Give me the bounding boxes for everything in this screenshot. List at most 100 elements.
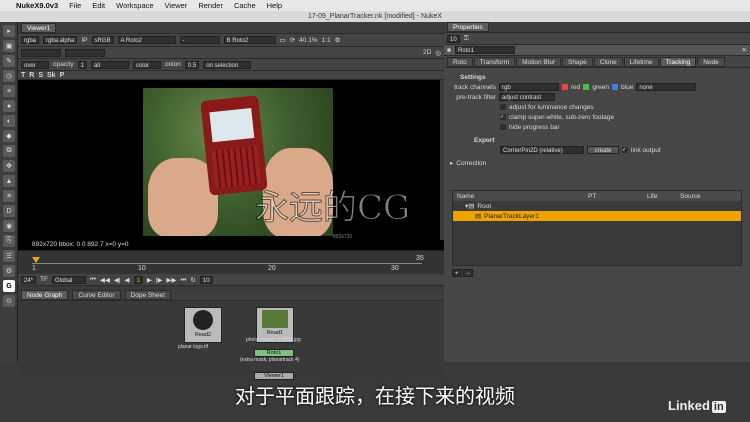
tf-dropdown[interactable]: TF	[40, 276, 48, 283]
blue-checkbox[interactable]	[612, 84, 619, 90]
input-b-dropdown[interactable]: B Roto2	[223, 36, 276, 44]
alpha-dropdown[interactable]: rgba.alpha	[43, 36, 78, 44]
other-tool-icon[interactable]: ⚙	[3, 265, 15, 277]
rotate-tool-icon[interactable]: R	[29, 72, 34, 79]
prev-key-icon[interactable]: ◀◀	[100, 276, 110, 284]
toolsets-tool-icon[interactable]: ☰	[3, 250, 15, 262]
channels-select[interactable]: all	[90, 60, 129, 69]
timeline[interactable]: 1 10 20 30 35	[18, 250, 444, 274]
properties-tab[interactable]: Properties	[447, 22, 489, 32]
close-icon[interactable]: ✕	[742, 46, 747, 54]
region-icon[interactable]: ▭	[280, 36, 286, 44]
remove-layer-button[interactable]: −	[463, 269, 473, 277]
colorspace-dropdown[interactable]: sRGB	[91, 36, 114, 44]
correction-row[interactable]: ▸ Correction	[450, 158, 744, 168]
draw-tool-icon[interactable]: ✎	[3, 55, 15, 67]
tab-roto[interactable]: Roto	[447, 56, 473, 67]
channels-dropdown[interactable]: rgba	[21, 36, 40, 44]
settings-icon[interactable]: ⚙	[335, 36, 341, 44]
next-frame-icon[interactable]: |▶	[156, 276, 163, 284]
read2-node[interactable]: Read2	[184, 307, 222, 343]
menu-file[interactable]: File	[69, 1, 81, 10]
first-frame-icon[interactable]: ⏮	[90, 276, 96, 284]
tab-motion-blur[interactable]: Motion Blur	[516, 56, 561, 67]
opacity-field[interactable]: 1	[77, 60, 87, 69]
tab-clone[interactable]: Clone	[593, 56, 623, 67]
tab-transform[interactable]: Transform	[473, 56, 516, 67]
next-key-icon[interactable]: ▶▶	[167, 276, 177, 284]
tab-tracking[interactable]: Tracking	[659, 56, 697, 67]
layer-root-row[interactable]: ▾▤ Root	[453, 201, 741, 211]
luminance-checkbox[interactable]	[500, 104, 506, 110]
select-tool-icon[interactable]: ▸	[3, 25, 15, 37]
view-mode[interactable]: 2D	[423, 49, 431, 56]
node-graph-canvas[interactable]: Read2 planar logo.tif Read1 phone insert…	[18, 301, 444, 381]
viewer-tab[interactable]: Viewer1	[21, 22, 57, 33]
expand-triangle-icon[interactable]: ▸	[450, 159, 453, 167]
tab-shape[interactable]: Shape	[561, 56, 593, 67]
tab-dope-sheet[interactable]: Dope Sheet	[124, 290, 171, 300]
ip-button[interactable]: IP	[81, 37, 87, 44]
skew-tool-icon[interactable]: Sk	[47, 72, 56, 79]
ratio-value[interactable]: 1:1	[322, 37, 331, 44]
red-checkbox[interactable]	[562, 84, 568, 90]
track-channels-dropdown[interactable]: rgb	[499, 83, 559, 91]
merge-tool-icon[interactable]: ⧉	[3, 145, 15, 157]
channel-tool-icon[interactable]: ≡	[3, 85, 15, 97]
view-icon[interactable]: ◎	[435, 49, 441, 57]
transform-tool-icon[interactable]: ✥	[3, 160, 15, 172]
menu-edit[interactable]: Edit	[92, 1, 105, 10]
step-field[interactable]: 10	[199, 275, 213, 284]
tab-node[interactable]: Node	[697, 56, 725, 67]
panel-count[interactable]: 10	[447, 34, 460, 43]
node-color-icon[interactable]: ■	[447, 47, 451, 54]
node-name-field[interactable]: Roto1	[454, 46, 515, 54]
zoom-value[interactable]: 40.1%	[299, 37, 317, 44]
menu-workspace[interactable]: Workspace	[116, 1, 153, 10]
refresh-icon[interactable]: ⟳	[290, 36, 295, 44]
views-tool-icon[interactable]: ◉	[3, 220, 15, 232]
prev-frame-icon[interactable]: ◀|	[114, 276, 121, 284]
menu-render[interactable]: Render	[198, 1, 223, 10]
pretrack-dropdown[interactable]: adjust contrast	[499, 93, 555, 101]
lock-icon[interactable]: ⚿	[464, 35, 469, 43]
filter-tool-icon[interactable]: ◐	[3, 115, 15, 127]
image-tool-icon[interactable]: ▣	[3, 40, 15, 52]
color-select[interactable]: color	[132, 60, 161, 69]
particles-tool-icon[interactable]: ✳	[3, 190, 15, 202]
pivot-tool-icon[interactable]: P	[60, 72, 65, 79]
green-checkbox[interactable]	[583, 84, 590, 90]
range-dropdown[interactable]: Global	[51, 275, 86, 284]
tab-lifetime[interactable]: Lifetime	[623, 56, 659, 67]
metadata-tool-icon[interactable]: ⎘	[3, 235, 15, 247]
extra-channel-dropdown[interactable]: none	[636, 83, 697, 91]
clamp-checkbox[interactable]: ✓	[500, 114, 506, 120]
deep-tool-icon[interactable]: D	[3, 205, 15, 217]
frame-field[interactable]: 1	[133, 275, 143, 284]
scale-tool-icon[interactable]: S	[38, 72, 43, 79]
time-tool-icon[interactable]: ◷	[3, 70, 15, 82]
create-button[interactable]: create	[587, 146, 619, 154]
fps-field[interactable]: 24*	[21, 275, 37, 284]
color-tool-icon[interactable]: ●	[3, 100, 15, 112]
menu-viewer[interactable]: Viewer	[165, 1, 188, 10]
play-back-icon[interactable]: ◀	[125, 276, 130, 284]
menu-help[interactable]: Help	[267, 1, 282, 10]
wipe-dropdown[interactable]: -	[179, 36, 220, 44]
progress-checkbox[interactable]	[500, 124, 506, 130]
onion-field[interactable]: 0.5	[184, 60, 200, 69]
input-a-dropdown[interactable]: A Roto2	[117, 36, 176, 44]
last-frame-icon[interactable]: ⏭	[181, 276, 187, 284]
translate-tool-icon[interactable]: T	[21, 72, 25, 79]
play-icon[interactable]: ▶	[147, 276, 152, 284]
plugins-tool-icon[interactable]: ⊙	[3, 295, 15, 307]
gizmo-tool-icon[interactable]: G	[3, 280, 15, 292]
3d-tool-icon[interactable]: ▲	[3, 175, 15, 187]
menu-cache[interactable]: Cache	[234, 1, 256, 10]
loop-icon[interactable]: ↻	[190, 276, 195, 284]
mode-dropdown[interactable]	[21, 48, 61, 57]
link-output-checkbox[interactable]: ✓	[622, 147, 628, 153]
export-dropdown[interactable]: CornerPin2D (relative)	[500, 146, 584, 154]
viewer1-node[interactable]: Viewer1	[254, 372, 294, 380]
layer-planar-row[interactable]: ▤ PlanarTrackLayer1	[453, 211, 741, 221]
